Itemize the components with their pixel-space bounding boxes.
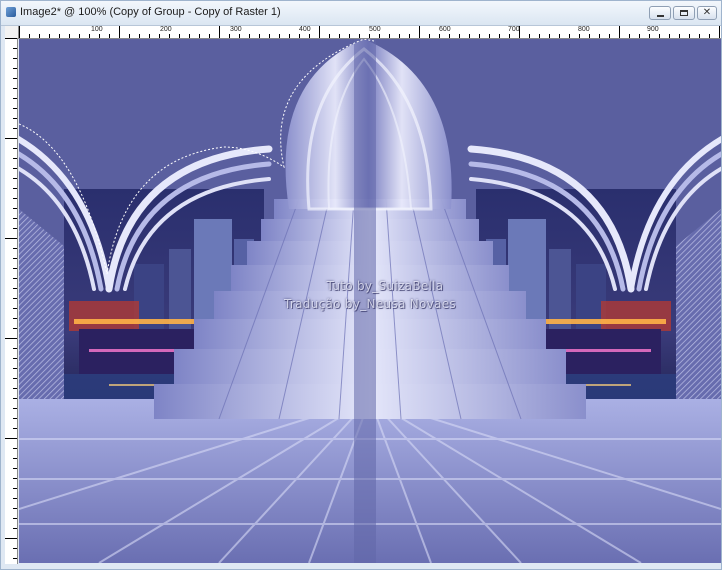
- ruler-label: 800: [578, 26, 590, 33]
- image-window: Image2* @ 100% (Copy of Group - Copy of …: [0, 0, 722, 570]
- watermark-line-2: Tradução by_Neusa Novaes: [284, 297, 456, 311]
- ruler-label: 300: [230, 26, 242, 33]
- vertical-ruler[interactable]: [5, 38, 18, 564]
- window-title: Image2* @ 100% (Copy of Group - Copy of …: [20, 6, 281, 18]
- ruler-label: 500: [369, 26, 381, 33]
- horizontal-ruler[interactable]: 100 200 300 400 500 600 700 800 900: [19, 26, 721, 39]
- window-bottom-border: [1, 564, 721, 569]
- ruler-label: 700: [508, 26, 520, 33]
- ruler-label: 200: [160, 26, 172, 33]
- image-canvas[interactable]: Tuto by_SuizaBella Tradução by_Neusa Nov…: [19, 39, 721, 563]
- image-document-icon: [6, 7, 16, 17]
- ruler-label: 600: [439, 26, 451, 33]
- close-button[interactable]: ✕: [697, 6, 717, 20]
- ruler-label: 400: [299, 26, 311, 33]
- maximize-button[interactable]: [673, 6, 695, 20]
- ruler-label: 900: [647, 26, 659, 33]
- watermark-line-1: Tuto by_SuizaBella: [326, 279, 444, 293]
- minimize-button[interactable]: [649, 6, 671, 20]
- title-bar[interactable]: Image2* @ 100% (Copy of Group - Copy of …: [1, 1, 721, 26]
- ruler-label: 100: [91, 26, 103, 33]
